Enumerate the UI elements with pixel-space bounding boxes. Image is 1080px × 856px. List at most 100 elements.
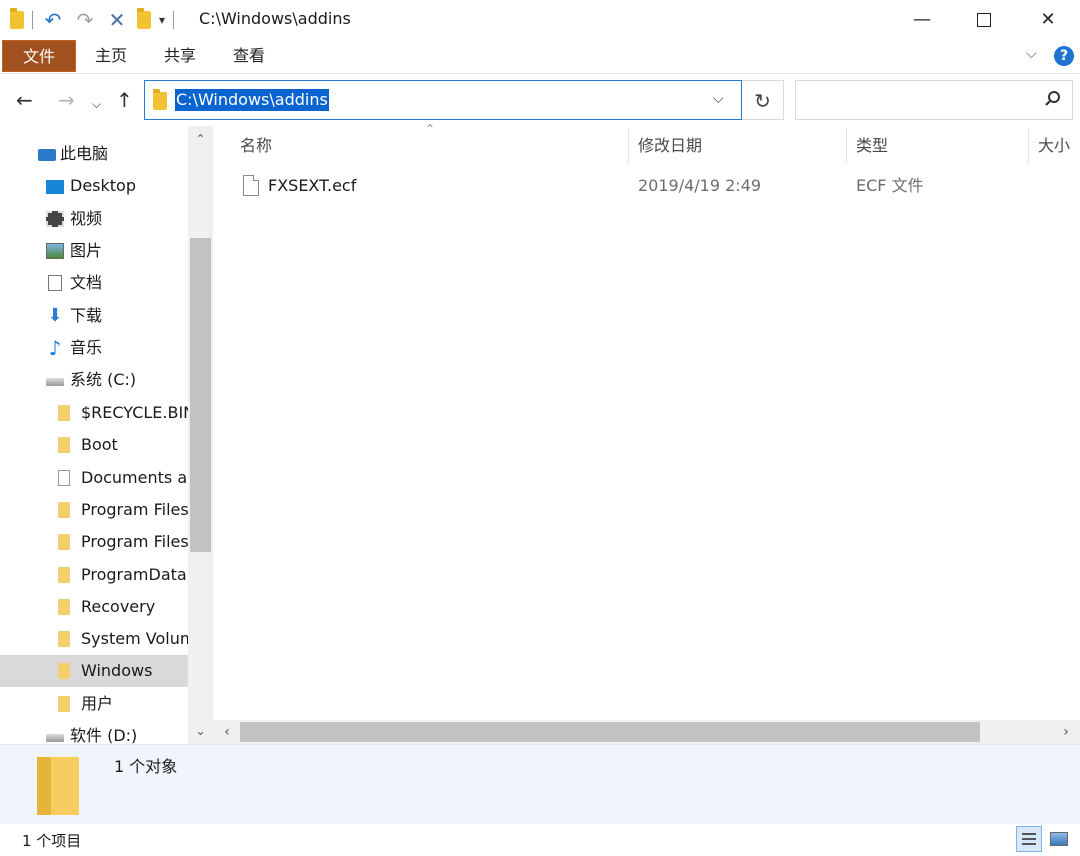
tree-item-windows[interactable]: Windows bbox=[0, 655, 188, 687]
refresh-icon: ↻ bbox=[754, 89, 771, 113]
video-icon bbox=[46, 211, 64, 227]
tree-item-drive-d[interactable]: 软件 (D:) bbox=[0, 720, 188, 744]
up-arrow-icon[interactable]: ↑ bbox=[116, 88, 133, 112]
file-row[interactable]: FXSEXT.ecf 2019/4/19 2:49 ECF 文件 bbox=[235, 171, 1065, 201]
scroll-right-icon[interactable]: › bbox=[1054, 720, 1078, 744]
tree-item-label: 下载 bbox=[70, 306, 103, 325]
selected-object-count: 1 个对象 bbox=[114, 757, 178, 776]
address-path-text[interactable]: C:\Windows\addins bbox=[175, 89, 329, 111]
redo-icon[interactable]: ↷ bbox=[73, 8, 97, 32]
expand-ribbon-chevron-down-icon[interactable]: ⌵ bbox=[1026, 46, 1037, 62]
tree-item-videos[interactable]: 视频 bbox=[0, 203, 188, 235]
help-icon[interactable]: ? bbox=[1054, 46, 1074, 66]
tree-item-documents[interactable]: 文档 bbox=[0, 267, 188, 299]
customize-toolbar-dropdown-icon[interactable]: ▾ bbox=[159, 13, 165, 27]
file-list-pane: ⌃ 名称 修改日期 类型 大小 FXSEXT.ecf 2019/4/19 2:4… bbox=[213, 122, 1080, 744]
tree-item-program-files-x86[interactable]: Program Files (x86) bbox=[0, 526, 188, 558]
tree-item-documents-and-settings[interactable]: Documents and Settings bbox=[0, 462, 188, 494]
status-bar: 1 个项目 bbox=[0, 824, 1080, 856]
undo-icon[interactable]: ↶ bbox=[41, 8, 65, 32]
details-pane: 1 个对象 bbox=[0, 744, 1080, 824]
folder-icon bbox=[37, 757, 79, 815]
close-button[interactable]: ✕ bbox=[1016, 0, 1080, 40]
minimize-button[interactable]: — bbox=[890, 0, 954, 40]
tree-item-programdata[interactable]: ProgramData bbox=[0, 559, 188, 591]
tree-item-system-volume-information[interactable]: System Volume Information bbox=[0, 623, 188, 655]
folder-icon bbox=[58, 534, 70, 550]
tree-item-recovery[interactable]: Recovery bbox=[0, 591, 188, 623]
tab-file[interactable]: 文件 bbox=[2, 40, 76, 72]
tree-item-program-files[interactable]: Program Files bbox=[0, 494, 188, 526]
file-name: FXSEXT.ecf bbox=[268, 176, 357, 195]
tree-item-label: Windows bbox=[81, 661, 153, 680]
folder-icon bbox=[153, 89, 167, 110]
column-header-size[interactable]: 大小 bbox=[1038, 134, 1070, 158]
tab-view[interactable]: 查看 bbox=[222, 40, 276, 72]
scroll-left-icon[interactable]: ‹ bbox=[215, 720, 239, 744]
new-folder-icon[interactable] bbox=[137, 8, 151, 29]
tree-item-label: 视频 bbox=[70, 209, 103, 228]
scroll-up-icon[interactable]: ⌃ bbox=[188, 132, 213, 146]
address-bar[interactable]: C:\Windows\addins ⌵ bbox=[144, 80, 742, 120]
search-box[interactable] bbox=[795, 80, 1073, 120]
folder-icon bbox=[58, 502, 70, 518]
tree-item-label: $RECYCLE.BIN bbox=[81, 403, 188, 422]
back-arrow-icon[interactable]: ← bbox=[16, 88, 33, 112]
forward-arrow-icon[interactable]: → bbox=[58, 88, 75, 112]
documents-icon bbox=[48, 275, 62, 291]
large-icons-view-button[interactable] bbox=[1046, 826, 1072, 852]
folder-icon bbox=[58, 567, 70, 583]
details-view-icon bbox=[1022, 833, 1036, 835]
folder-icon bbox=[58, 663, 70, 679]
tree-item-downloads[interactable]: ⬇ 下载 bbox=[0, 300, 188, 332]
toolbar-separator bbox=[32, 11, 33, 29]
tree-item-label: 此电脑 bbox=[60, 144, 109, 163]
tree-item-pictures[interactable]: 图片 bbox=[0, 235, 188, 267]
column-header-name[interactable]: 名称 bbox=[240, 134, 272, 158]
tree-item-drive-c[interactable]: 系统 (C:) bbox=[0, 364, 188, 396]
horizontal-scrollbar[interactable]: ‹ › bbox=[213, 720, 1080, 744]
scrollbar-thumb[interactable] bbox=[240, 722, 980, 742]
tree-item-label: Boot bbox=[81, 435, 118, 454]
title-bar: ↶ ↷ ✕ ▾ C:\Windows\addins — ✕ bbox=[0, 0, 1080, 40]
folder-icon bbox=[58, 599, 70, 615]
close-icon: ✕ bbox=[1040, 9, 1056, 30]
tree-item-users[interactable]: 用户 bbox=[0, 688, 188, 720]
tree-item-desktop[interactable]: Desktop bbox=[0, 170, 188, 202]
column-divider[interactable] bbox=[846, 128, 847, 164]
tree-item-label: Desktop bbox=[70, 176, 136, 195]
maximize-button[interactable] bbox=[952, 0, 1016, 40]
music-icon: ♪ bbox=[48, 336, 62, 360]
folder-icon bbox=[58, 437, 70, 453]
tree-item-this-pc[interactable]: 此电脑 bbox=[0, 138, 188, 170]
tree-item-recycle-bin[interactable]: $RECYCLE.BIN bbox=[0, 397, 188, 429]
tab-home[interactable]: 主页 bbox=[84, 40, 138, 72]
maximize-icon bbox=[977, 13, 991, 27]
search-icon[interactable] bbox=[1044, 90, 1062, 108]
desktop-icon bbox=[46, 180, 64, 194]
address-history-chevron-down-icon[interactable]: ⌵ bbox=[713, 91, 724, 107]
folder-icon bbox=[10, 8, 24, 29]
minimize-icon: — bbox=[913, 9, 931, 30]
recent-locations-chevron-down-icon[interactable]: ⌵ bbox=[92, 92, 101, 116]
tree-item-boot[interactable]: Boot bbox=[0, 429, 188, 461]
sort-ascending-icon: ⌃ bbox=[425, 122, 436, 136]
column-header-date-modified[interactable]: 修改日期 bbox=[638, 134, 702, 158]
folder-icon bbox=[58, 405, 70, 421]
scroll-down-icon[interactable]: ⌄ bbox=[188, 724, 213, 738]
column-header-type[interactable]: 类型 bbox=[856, 134, 888, 158]
tab-share[interactable]: 共享 bbox=[152, 40, 208, 72]
column-divider[interactable] bbox=[1028, 128, 1029, 164]
tree-item-music[interactable]: ♪ 音乐 bbox=[0, 332, 188, 364]
tree-item-label: 用户 bbox=[81, 694, 114, 713]
ribbon-tabs: 文件 主页 共享 查看 ⌵ ? bbox=[0, 40, 1080, 74]
navigation-pane: 此电脑 Desktop 视频 图片 文档 ⬇ 下载 ♪ 音乐 系统 (C:) $… bbox=[0, 126, 213, 744]
tree-item-label: 图片 bbox=[70, 241, 103, 260]
column-divider[interactable] bbox=[628, 128, 629, 164]
delete-icon[interactable]: ✕ bbox=[105, 8, 129, 32]
navigation-pane-scrollbar[interactable]: ⌃ ⌄ bbox=[188, 126, 213, 744]
search-input[interactable] bbox=[804, 81, 1034, 119]
scrollbar-thumb[interactable] bbox=[190, 238, 211, 552]
details-view-button[interactable] bbox=[1016, 826, 1042, 852]
refresh-button[interactable]: ↻ bbox=[742, 80, 784, 120]
